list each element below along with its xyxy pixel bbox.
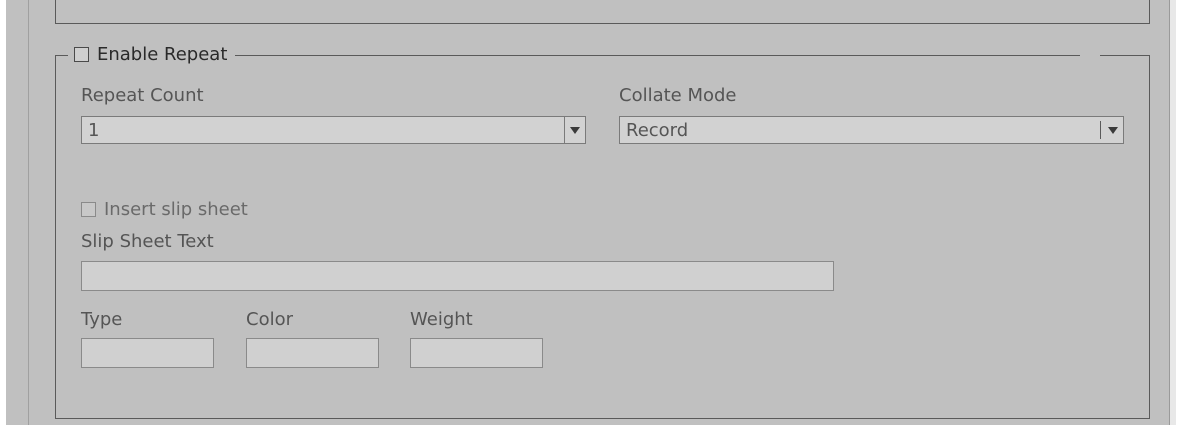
repeat-settings-panel: Enable Repeat Repeat Count 1 Collate Mod… [0, 0, 1194, 425]
chevron-down-icon [1108, 126, 1118, 134]
enable-repeat-checkbox[interactable]: Enable Repeat [68, 40, 236, 68]
checkbox-icon[interactable] [81, 201, 96, 217]
slip-sheet-text-label: Slip Sheet Text [81, 231, 214, 252]
insert-slip-sheet-label: Insert slip sheet [104, 198, 248, 220]
collate-mode-combo[interactable]: Record [619, 116, 1124, 144]
checkbox-icon[interactable] [74, 46, 89, 62]
slip-sheet-text-input[interactable] [81, 261, 834, 291]
repeat-count-value: 1 [88, 119, 100, 141]
chevron-down-icon [570, 126, 580, 134]
collate-mode-dropdown-button[interactable] [1103, 117, 1123, 143]
weight-label: Weight [410, 309, 473, 330]
color-label: Color [246, 309, 293, 330]
previous-groupbox [55, 0, 1150, 24]
repeat-count-dropdown-button[interactable] [564, 117, 585, 143]
type-input[interactable] [81, 338, 214, 368]
repeat-count-label: Repeat Count [81, 85, 204, 106]
color-input[interactable] [246, 338, 379, 368]
weight-input[interactable] [410, 338, 543, 368]
repeat-count-combo[interactable]: 1 [81, 116, 586, 144]
type-label: Type [81, 309, 123, 330]
window-margin-right [1176, 0, 1194, 425]
window-divider-left [28, 0, 29, 425]
insert-slip-sheet-checkbox[interactable]: Insert slip sheet [81, 196, 248, 222]
combo-separator [1100, 121, 1101, 139]
collate-mode-value: Record [626, 119, 689, 141]
window-edge-left [0, 0, 6, 425]
enable-repeat-groupbox [55, 55, 1150, 419]
groupbox-frame-gap [1080, 50, 1100, 60]
enable-repeat-label: Enable Repeat [97, 43, 228, 65]
collate-mode-label: Collate Mode [619, 85, 737, 106]
